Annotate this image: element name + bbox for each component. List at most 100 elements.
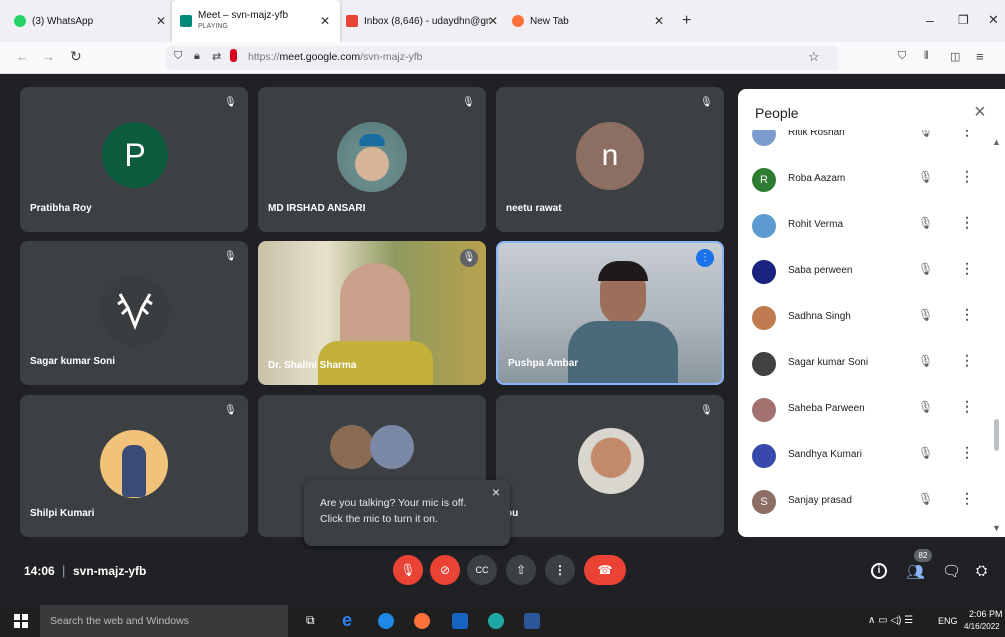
captions-button[interactable]: CC [467, 555, 497, 585]
sidebar-icon[interactable]: ◫ [950, 50, 960, 63]
close-tab-icon[interactable]: ✕ [156, 14, 166, 28]
mic-off-icon: 🎙︎ [224, 405, 237, 416]
reload-icon[interactable]: ↻ [70, 48, 82, 65]
activities-icon[interactable]: ⛭ [976, 562, 987, 579]
tab-whatsapp[interactable]: (3) WhatsApp ✕ [8, 0, 170, 42]
word-icon[interactable] [524, 613, 540, 629]
chrome-icon[interactable] [378, 613, 394, 629]
participant-tile[interactable]: P Pratibha Roy 🎙︎ [20, 87, 248, 232]
notification-line-1: Are you talking? Your mic is off. [320, 497, 467, 509]
more-options-icon[interactable]: ⋮ [960, 398, 974, 415]
close-notification-icon[interactable]: × [492, 484, 500, 500]
app-icon[interactable] [452, 613, 468, 629]
list-item[interactable]: Sadhna Singh 🎙︎ ⋮ [738, 294, 1005, 340]
participant-name: Sagar kumar Soni [788, 357, 869, 368]
forward-icon[interactable]: → [42, 49, 55, 64]
whatsapp-icon [14, 15, 26, 27]
tab-playing-label: PLAYING [198, 23, 228, 30]
participant-tile[interactable]: Shilpi Kumari 🎙︎ [20, 395, 248, 537]
video-feed [340, 263, 410, 353]
participant-tile[interactable]: Dr. Shalini Sharma 🎙︎ [258, 241, 486, 385]
url-bar[interactable]: ⛉ 🔒︎ ⇄ https://meet.google.com/svn-majz-… [166, 46, 838, 70]
info-icon[interactable]: i [871, 563, 887, 579]
close-panel-icon[interactable]: × [974, 101, 986, 124]
tab-gmail[interactable]: Inbox (8,646) - udaydhn@gmail ✕ [342, 0, 504, 42]
close-tab-icon[interactable]: ✕ [488, 14, 498, 28]
more-options-icon[interactable]: ⋮ [960, 306, 974, 323]
more-options-icon[interactable]: ⋮ [960, 490, 974, 507]
bookmark-star-icon[interactable]: ☆ [808, 49, 820, 65]
new-tab-icon[interactable]: + [682, 12, 691, 30]
gmail-icon [346, 15, 358, 27]
scroll-up-icon[interactable]: ▲ [992, 137, 1001, 147]
mic-off-notification: Are you talking? Your mic is off. Click … [304, 480, 510, 546]
people-icon[interactable]: 👥︎ [906, 563, 925, 581]
tab-title: Meet – svn-majz-yfb [198, 10, 289, 21]
close-tab-icon[interactable]: ✕ [320, 14, 330, 28]
close-tab-icon[interactable]: ✕ [654, 14, 664, 28]
participant-tile[interactable]: ou 🎙︎ [496, 395, 724, 537]
participant-tile[interactable]: n neetu rawat 🎙︎ [496, 87, 724, 232]
participant-name: Sadhna Singh [788, 311, 851, 322]
close-window-icon[interactable]: ✕ [988, 12, 999, 28]
avatar [100, 430, 168, 498]
more-options-icon[interactable]: ⋮ [960, 352, 974, 369]
leave-call-button[interactable]: ☎︎ [584, 555, 626, 585]
edge-icon[interactable] [488, 613, 504, 629]
participant-name: Roba Aazam [788, 173, 846, 184]
present-button[interactable]: ⇧ [506, 555, 536, 585]
more-options-button[interactable]: ⋮ [545, 555, 575, 585]
restore-icon[interactable]: ❐ [958, 13, 969, 27]
participant-name: Sandhya Kumari [788, 449, 862, 460]
list-item[interactable]: Sagar kumar Soni 🎙︎ ⋮ [738, 340, 1005, 386]
pocket-icon[interactable]: ⛉ [898, 50, 906, 63]
system-tray-icons[interactable]: ∧ ▭ ◁) ☰ [868, 615, 913, 626]
more-options-icon[interactable]: ⋮ [960, 168, 974, 185]
list-item[interactable]: Rohit Verma 🎙︎ ⋮ [738, 202, 1005, 248]
more-options-icon[interactable]: ⋮ [960, 214, 974, 231]
edge-legacy-icon[interactable]: e [342, 610, 358, 630]
avatar [752, 306, 776, 330]
url-domain: meet.google.com [279, 51, 361, 63]
scroll-down-icon[interactable]: ▼ [992, 523, 1001, 533]
more-options-icon[interactable]: ⋮ [960, 260, 974, 277]
participant-name: Ritik Roshan [788, 130, 845, 138]
list-item[interactable]: Ritik Roshan 🎙︎ ⋮ [738, 130, 1005, 156]
chat-icon[interactable]: 🗨︎ [942, 562, 961, 580]
list-item[interactable]: S Sanjay prasad 🎙︎ ⋮ [738, 478, 1005, 524]
menu-icon[interactable]: ≡ [976, 49, 984, 64]
library-icon[interactable]: ⫴ [924, 50, 929, 63]
firefox-taskbar-icon[interactable] [414, 613, 430, 629]
minimize-icon[interactable]: – [926, 12, 934, 28]
clock-date[interactable]: 4/16/2022 [964, 622, 1000, 631]
more-options-icon[interactable]: ⋮ [960, 444, 974, 461]
deer-logo-icon [117, 293, 153, 331]
avatar: n [576, 122, 644, 190]
people-panel: People × Ritik Roshan 🎙︎ ⋮ R Roba Aazam … [738, 89, 1005, 537]
mic-off-icon: 🎙︎ [460, 249, 478, 267]
avatar [337, 122, 407, 192]
list-item[interactable]: Sandhya Kumari 🎙︎ ⋮ [738, 432, 1005, 478]
avatar: R [752, 168, 776, 192]
video-feed-body [568, 321, 678, 383]
windows-start-icon[interactable] [14, 614, 28, 628]
more-vert-icon: ⋮ [554, 563, 566, 577]
tab-meet[interactable]: Meet – svn-majz-yfb PLAYING ✕ [172, 0, 340, 42]
list-item[interactable]: R Roba Aazam 🎙︎ ⋮ [738, 156, 1005, 202]
participant-tile-speaking[interactable]: Pushpa Ambar ⋮ [496, 241, 724, 385]
clock-time[interactable]: 2:06 PM [969, 609, 1003, 619]
scrollbar[interactable] [994, 419, 999, 451]
participant-tile[interactable]: Sagar kumar Soni 🎙︎ [20, 241, 248, 385]
task-view-icon[interactable]: ⧉ [306, 613, 315, 628]
mic-toggle-button[interactable]: 🎙︎ [393, 555, 423, 585]
more-options-icon[interactable]: ⋮ [960, 130, 974, 139]
camera-toggle-button[interactable]: ⊘ [430, 555, 460, 585]
participant-tile[interactable]: MD IRSHAD ANSARI 🎙︎ [258, 87, 486, 232]
input-language[interactable]: ENG [938, 616, 958, 626]
taskbar-search-box[interactable]: Search the web and Windows [40, 605, 288, 637]
list-item[interactable]: Saba perween 🎙︎ ⋮ [738, 248, 1005, 294]
url-prefix: https:// [248, 51, 280, 63]
list-item[interactable]: Saheba Parween 🎙︎ ⋮ [738, 386, 1005, 432]
tab-new-tab[interactable]: New Tab ✕ [508, 0, 676, 42]
back-icon[interactable]: ← [16, 49, 29, 64]
